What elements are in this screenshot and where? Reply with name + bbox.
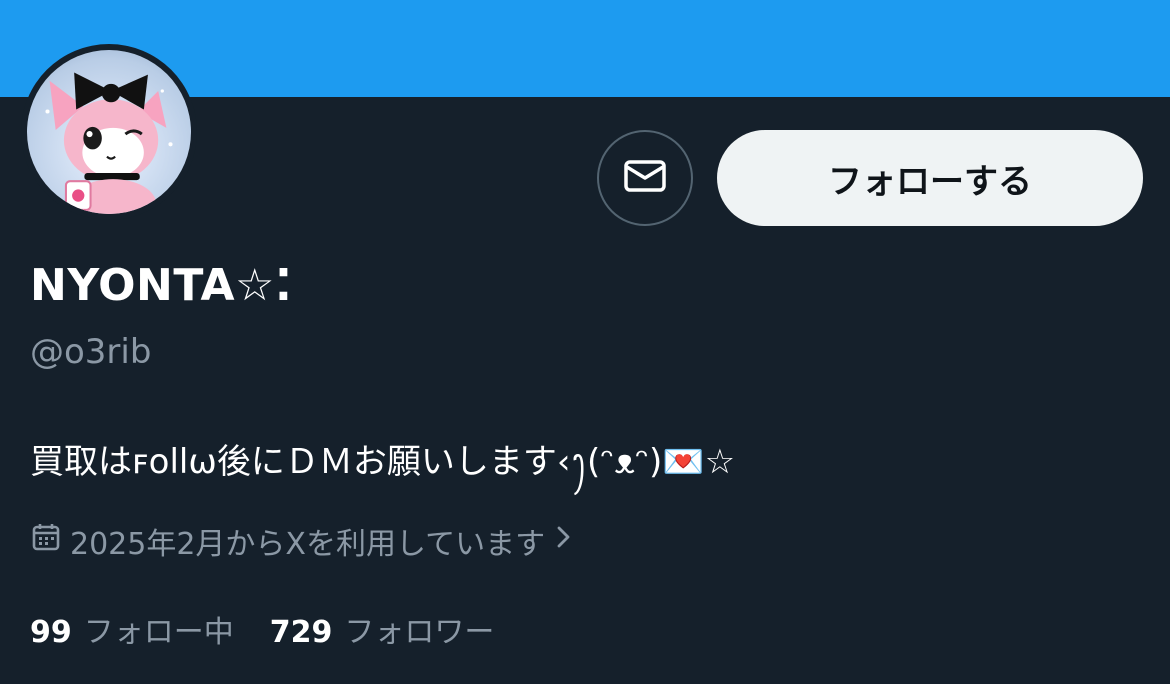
- calendar-icon: [30, 521, 62, 561]
- following-label: フォロー中: [83, 615, 234, 650]
- followers-link[interactable]: 729 フォロワー: [270, 607, 495, 651]
- avatar-image: [27, 50, 191, 214]
- avatar[interactable]: [21, 44, 197, 220]
- followers-count: 729: [269, 615, 333, 650]
- mail-icon: [623, 159, 667, 197]
- avatar-illustration: [45, 72, 173, 214]
- following-count: 99: [30, 615, 72, 650]
- profile-stats: 99 フォロー中 729 フォロワー: [30, 607, 530, 651]
- display-name: NYONTA☆⁚: [30, 260, 293, 311]
- joined-date-text: 2025年2月からXを利用しています: [70, 527, 546, 562]
- message-button[interactable]: [597, 130, 693, 226]
- chevron-right-icon: [553, 523, 573, 559]
- followers-label: フォロワー: [344, 615, 495, 650]
- user-handle: @o3rib: [30, 332, 152, 372]
- joined-date[interactable]: 2025年2月からXを利用しています: [30, 519, 573, 563]
- following-link[interactable]: 99 フォロー中: [30, 607, 234, 651]
- follow-button[interactable]: フォローする: [717, 130, 1143, 226]
- profile-bio: 買取はꜰollѡ後にＤＭお願いします‹ꫂ(ᵔᴥᵔ)💌☆: [30, 442, 736, 482]
